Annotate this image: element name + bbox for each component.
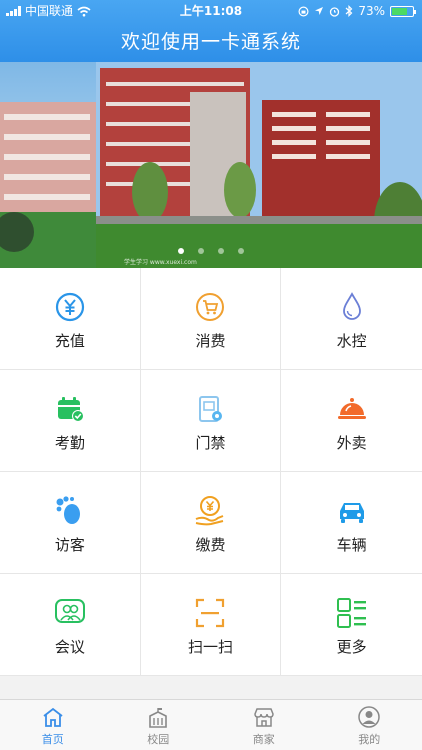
bluetooth-icon — [345, 5, 353, 17]
footprint-icon — [56, 496, 80, 524]
scan-icon — [196, 598, 225, 628]
tab-merchant[interactable]: 商家 — [211, 700, 317, 750]
grid-item-attendance[interactable]: 考勤 — [0, 370, 141, 472]
grid-item-label: 外卖 — [336, 434, 367, 452]
grid-item-label: 消费 — [195, 332, 226, 350]
tab-mine[interactable]: 我的 — [317, 700, 422, 750]
grid-item-label: 考勤 — [54, 434, 85, 452]
grid-item-label: 会议 — [54, 638, 85, 656]
grid-item-takeaway[interactable]: 外卖 — [281, 370, 422, 472]
alarm-icon — [330, 6, 340, 17]
tab-home[interactable]: 首页 — [0, 700, 106, 750]
carousel-dot[interactable] — [238, 248, 244, 254]
grid-item-water-control[interactable]: 水控 — [281, 268, 422, 370]
bottom-tab-bar: 首页 校园 商家 我的 — [0, 699, 422, 750]
function-grid: 充值 消费 水控 考勤 门禁 外卖 访客 缴费 车辆 会议 扫一扫 更多 — [0, 268, 422, 676]
shopping-cart-icon — [196, 293, 225, 321]
shop-icon — [253, 708, 274, 727]
grid-item-payment[interactable]: 缴费 — [140, 472, 282, 574]
grid-item-meeting[interactable]: 会议 — [0, 574, 141, 676]
carousel-dot[interactable] — [178, 248, 184, 254]
water-drop-icon — [342, 292, 361, 320]
carousel-indicator — [0, 248, 422, 254]
grid-item-label: 充值 — [54, 332, 85, 350]
grid-item-consume[interactable]: 消费 — [140, 268, 282, 370]
campus-photo: 学生学习 www.xuexi.com — [0, 62, 422, 268]
grid-item-label: 访客 — [54, 536, 85, 554]
tab-campus[interactable]: 校园 — [106, 700, 212, 750]
orientation-lock-icon — [298, 5, 309, 17]
door-access-icon — [199, 396, 223, 422]
calendar-check-icon — [57, 397, 84, 422]
status-right: 73% — [298, 0, 416, 22]
yuan-coin-icon — [55, 292, 84, 322]
grid-item-label: 更多 — [336, 638, 367, 656]
battery-icon — [390, 5, 416, 17]
location-icon — [315, 7, 324, 15]
grid-item-label: 水控 — [336, 332, 367, 350]
banner-caption: 学生学习 www.xuexi.com — [124, 258, 197, 266]
grid-item-access-control[interactable]: 门禁 — [140, 370, 282, 472]
status-bar: 中国联通 上午11:08 73% — [0, 0, 422, 22]
carousel-dot[interactable] — [198, 248, 204, 254]
grid-item-recharge[interactable]: 充值 — [0, 268, 141, 370]
tab-label: 校园 — [147, 733, 170, 746]
app-screen: 中国联通 上午11:08 73% 欢迎使用一卡通系统 学生学习 www.xuex… — [0, 0, 422, 750]
user-icon — [358, 706, 380, 728]
grid-item-label: 缴费 — [195, 536, 226, 554]
grid-item-vehicle[interactable]: 车辆 — [281, 472, 422, 574]
grid-item-label: 门禁 — [195, 434, 226, 452]
more-grid-icon — [336, 598, 366, 628]
page-title: 欢迎使用一卡通系统 — [120, 31, 301, 53]
food-cloche-icon — [337, 398, 366, 419]
banner-carousel[interactable]: 学生学习 www.xuexi.com — [0, 62, 422, 268]
car-icon — [339, 503, 364, 523]
grid-item-more[interactable]: 更多 — [281, 574, 422, 676]
grid-item-label: 扫一扫 — [187, 638, 233, 656]
tab-label: 首页 — [41, 733, 64, 746]
carousel-dot[interactable] — [218, 248, 224, 254]
grid-item-label: 车辆 — [336, 536, 367, 554]
battery-percent: 73% — [358, 4, 385, 18]
tab-label: 商家 — [252, 733, 275, 746]
header-bar: 中国联通 上午11:08 73% 欢迎使用一卡通系统 — [0, 0, 422, 62]
grid-item-scan[interactable]: 扫一扫 — [140, 574, 282, 676]
grid-item-visitor[interactable]: 访客 — [0, 472, 141, 574]
payment-hand-icon — [196, 496, 224, 526]
home-icon — [43, 707, 63, 727]
meeting-people-icon — [54, 599, 85, 623]
tab-label: 我的 — [358, 733, 381, 746]
campus-building-icon — [149, 708, 168, 728]
